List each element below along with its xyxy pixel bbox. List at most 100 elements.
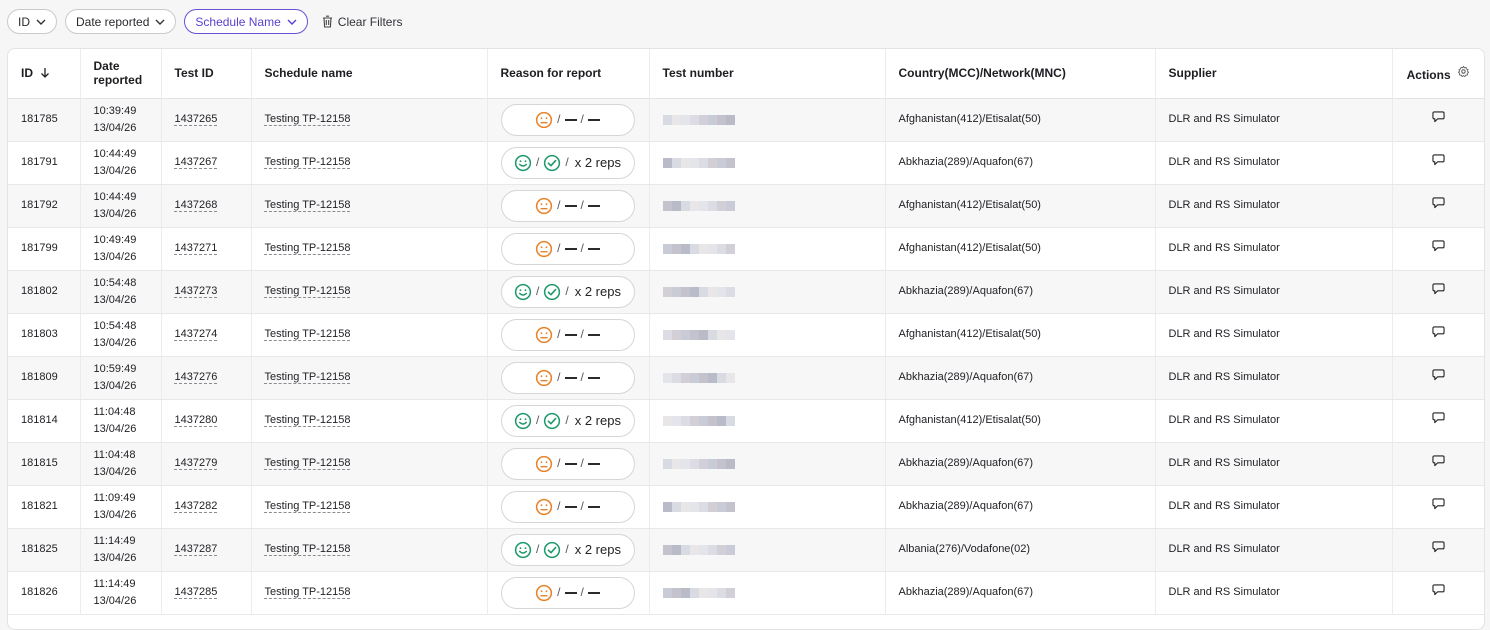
table-row[interactable]: 181809 10:59:49 13/04/26 1437276 Testing … <box>8 356 1484 400</box>
column-header-test-id[interactable]: Test ID <box>161 49 252 99</box>
column-header-reason[interactable]: Reason for report <box>487 49 650 99</box>
column-header-id[interactable]: ID <box>8 49 81 99</box>
cell-country-network: Afghanistan(412)/Etisalat(50) <box>885 184 1156 228</box>
redaction-block <box>698 372 708 383</box>
reason-status-pill[interactable]: / / <box>500 232 635 265</box>
redaction-block <box>707 587 717 598</box>
reason-status-pill[interactable]: / / x 2 reps <box>500 275 635 308</box>
redacted-test-number <box>662 415 872 426</box>
cell-supplier: DLR and RS Simulator <box>1155 313 1393 357</box>
reason-status-pill[interactable]: / / <box>500 361 635 394</box>
test-id-link[interactable]: 1437276 <box>175 371 218 383</box>
schedule-name-link[interactable]: Testing TP-12158 <box>265 500 351 512</box>
table-row[interactable]: 181821 11:09:49 13/04/26 1437282 Testing … <box>8 485 1484 529</box>
test-id-link[interactable]: 1437273 <box>175 285 218 297</box>
comment-icon[interactable] <box>1432 454 1445 467</box>
reason-status-pill[interactable]: / / <box>500 576 635 609</box>
cell-id: 181791 <box>8 141 81 185</box>
schedule-name-link[interactable]: Testing TP-12158 <box>265 371 351 383</box>
reason-status-pill[interactable]: / / x 2 reps <box>500 404 635 437</box>
comment-icon[interactable] <box>1432 196 1445 209</box>
cell-id: 181825 <box>8 528 81 572</box>
table-row[interactable]: 181825 11:14:49 13/04/26 1437287 Testing … <box>8 528 1484 572</box>
redaction-block <box>680 501 690 512</box>
column-header-schedule-name[interactable]: Schedule name <box>251 49 488 99</box>
reason-status-pill[interactable]: / / <box>500 189 635 222</box>
comment-icon[interactable] <box>1432 325 1445 338</box>
redaction-block <box>680 200 690 211</box>
table-row[interactable]: 181791 10:44:49 13/04/26 1437267 Testing … <box>8 141 1484 185</box>
cell-date-reported: 11:04:48 13/04/26 <box>80 399 162 443</box>
cell-date-reported: 11:14:49 13/04/26 <box>80 571 162 615</box>
column-header-test-number[interactable]: Test number <box>649 49 886 99</box>
comment-icon[interactable] <box>1432 411 1445 424</box>
schedule-name-link[interactable]: Testing TP-12158 <box>265 242 351 254</box>
dash-placeholder <box>587 247 600 250</box>
comment-icon[interactable] <box>1432 239 1445 252</box>
reason-status-pill[interactable]: / / x 2 reps <box>500 533 635 566</box>
dash-placeholder <box>564 376 577 379</box>
table-row[interactable]: 181826 11:14:49 13/04/26 1437285 Testing … <box>8 571 1484 615</box>
reason-status-pill[interactable]: / / x 2 reps <box>500 146 635 179</box>
schedule-name-link[interactable]: Testing TP-12158 <box>265 199 351 211</box>
test-id-link[interactable]: 1437287 <box>175 543 218 555</box>
reason-status-pill[interactable]: / / <box>500 490 635 523</box>
column-header-supplier[interactable]: Supplier <box>1155 49 1393 99</box>
test-id-link[interactable]: 1437265 <box>175 113 218 125</box>
neutral-face-icon <box>536 240 553 257</box>
table-row[interactable]: 181802 10:54:48 13/04/26 1437273 Testing … <box>8 270 1484 314</box>
test-id-link[interactable]: 1437280 <box>175 414 218 426</box>
table-row[interactable]: 181815 11:04:48 13/04/26 1437279 Testing … <box>8 442 1484 486</box>
table-row[interactable]: 181785 10:39:49 13/04/26 1437265 Testing … <box>8 98 1484 142</box>
schedule-name-filter-chip[interactable]: Schedule Name <box>184 9 308 34</box>
report-date: 13/04/26 <box>93 207 137 220</box>
schedule-name-link[interactable]: Testing TP-12158 <box>265 156 351 168</box>
redaction-block <box>725 458 735 469</box>
test-id-link[interactable]: 1437268 <box>175 199 218 211</box>
report-date: 13/04/26 <box>93 250 137 263</box>
reason-status-pill[interactable]: / / <box>500 447 635 480</box>
arrow-down-icon[interactable] <box>40 67 50 79</box>
table-row[interactable]: 181803 10:54:48 13/04/26 1437274 Testing … <box>8 313 1484 357</box>
date-reported-filter-chip[interactable]: Date reported <box>65 9 177 34</box>
reason-status-pill[interactable]: / / <box>500 318 635 351</box>
table-row[interactable]: 181814 11:04:48 13/04/26 1437280 Testing … <box>8 399 1484 443</box>
check-circle-icon <box>544 283 561 300</box>
reason-status-pill[interactable]: / / <box>500 103 635 136</box>
test-id-link[interactable]: 1437285 <box>175 586 218 598</box>
gear-icon[interactable] <box>1457 65 1470 78</box>
comment-icon[interactable] <box>1432 282 1445 295</box>
cell-test-id: 1437287 <box>161 528 252 572</box>
comment-icon[interactable] <box>1432 368 1445 381</box>
schedule-name-link[interactable]: Testing TP-12158 <box>265 586 351 598</box>
comment-icon[interactable] <box>1432 497 1445 510</box>
redaction-block <box>662 372 672 383</box>
redaction-block <box>671 243 681 254</box>
schedule-name-link[interactable]: Testing TP-12158 <box>265 414 351 426</box>
cell-date-reported: 10:54:48 13/04/26 <box>80 313 162 357</box>
redaction-block <box>716 286 726 297</box>
table-row[interactable]: 181799 10:49:49 13/04/26 1437271 Testing … <box>8 227 1484 271</box>
comment-icon[interactable] <box>1432 583 1445 596</box>
schedule-name-link[interactable]: Testing TP-12158 <box>265 328 351 340</box>
id-filter-chip[interactable]: ID <box>7 9 57 34</box>
test-id-link[interactable]: 1437274 <box>175 328 218 340</box>
schedule-name-link[interactable]: Testing TP-12158 <box>265 113 351 125</box>
column-header-date-reported[interactable]: Date reported <box>80 49 162 99</box>
column-header-country-network[interactable]: Country(MCC)/Network(MNC) <box>885 49 1156 99</box>
test-id-link[interactable]: 1437267 <box>175 156 218 168</box>
schedule-name-link[interactable]: Testing TP-12158 <box>265 285 351 297</box>
test-id-link[interactable]: 1437279 <box>175 457 218 469</box>
cell-supplier: DLR and RS Simulator <box>1155 356 1393 400</box>
comment-icon[interactable] <box>1432 540 1445 553</box>
schedule-name-link[interactable]: Testing TP-12158 <box>265 543 351 555</box>
redacted-test-number <box>662 458 872 469</box>
clear-filters-button[interactable]: Clear Filters <box>322 15 402 29</box>
separator: / <box>557 370 561 384</box>
schedule-name-link[interactable]: Testing TP-12158 <box>265 457 351 469</box>
table-row[interactable]: 181792 10:44:49 13/04/26 1437268 Testing … <box>8 184 1484 228</box>
comment-icon[interactable] <box>1432 110 1445 123</box>
test-id-link[interactable]: 1437271 <box>175 242 218 254</box>
test-id-link[interactable]: 1437282 <box>175 500 218 512</box>
comment-icon[interactable] <box>1432 153 1445 166</box>
